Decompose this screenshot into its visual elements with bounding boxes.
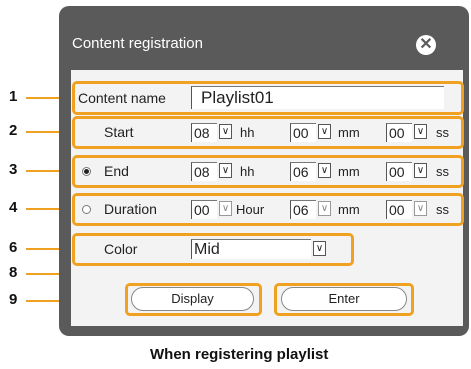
start-ss-select[interactable]: 00 <box>386 123 412 142</box>
dialog-title: Content registration <box>72 35 203 52</box>
end-mm-chevron-down-icon[interactable]: ∨ <box>318 163 331 178</box>
start-mm-unit: mm <box>338 125 360 140</box>
end-label: End <box>104 163 129 179</box>
start-mm-chevron-down-icon[interactable]: ∨ <box>318 124 331 139</box>
callout-4: 4 <box>9 199 18 216</box>
display-button[interactable]: Display <box>131 287 254 311</box>
end-hh-chevron-down-icon[interactable]: ∨ <box>219 163 232 178</box>
duration-mm-chevron-down-icon[interactable]: ∨ <box>318 201 331 216</box>
duration-radio[interactable] <box>82 205 91 214</box>
close-icon[interactable]: ✕ <box>416 35 436 55</box>
start-mm-select[interactable]: 00 <box>290 123 316 142</box>
end-mm-select[interactable]: 06 <box>290 162 316 181</box>
start-ss-unit: ss <box>436 125 449 140</box>
duration-ss-unit: ss <box>436 202 449 217</box>
start-hh-chevron-down-icon[interactable]: ∨ <box>219 124 232 139</box>
content-name-input[interactable]: Playlist01 <box>191 86 444 109</box>
color-select[interactable]: Mid <box>191 239 311 259</box>
color-chevron-down-icon[interactable]: ∨ <box>313 241 326 256</box>
start-label: Start <box>104 124 134 140</box>
end-radio[interactable] <box>82 167 91 176</box>
enter-button[interactable]: Enter <box>281 287 407 311</box>
callout-6: 6 <box>9 239 18 256</box>
start-ss-chevron-down-icon[interactable]: ∨ <box>414 124 427 139</box>
callout-3: 3 <box>9 161 18 178</box>
end-ss-unit: ss <box>436 164 449 179</box>
callout-8: 8 <box>9 264 18 281</box>
start-hh-select[interactable]: 08 <box>191 123 217 142</box>
duration-ss-chevron-down-icon[interactable]: ∨ <box>414 201 427 216</box>
callout-1: 1 <box>9 88 18 105</box>
callout-2: 2 <box>9 122 18 139</box>
end-hh-select[interactable]: 08 <box>191 162 217 181</box>
start-hh-unit: hh <box>240 125 255 140</box>
content-name-label: Content name <box>78 90 166 106</box>
end-mm-unit: mm <box>338 164 360 179</box>
duration-hour-unit: Hour <box>236 202 265 217</box>
color-label: Color <box>104 241 138 257</box>
end-ss-select[interactable]: 00 <box>386 162 412 181</box>
duration-mm-unit: mm <box>338 202 360 217</box>
end-ss-chevron-down-icon[interactable]: ∨ <box>414 163 427 178</box>
figure-caption: When registering playlist <box>150 346 329 363</box>
duration-hour-select[interactable]: 00 <box>191 200 217 219</box>
callout-9: 9 <box>9 291 18 308</box>
duration-hour-chevron-down-icon[interactable]: ∨ <box>219 201 232 216</box>
duration-mm-select[interactable]: 06 <box>290 200 316 219</box>
duration-ss-select[interactable]: 00 <box>386 200 412 219</box>
duration-label: Duration <box>104 201 157 217</box>
end-hh-unit: hh <box>240 164 255 179</box>
